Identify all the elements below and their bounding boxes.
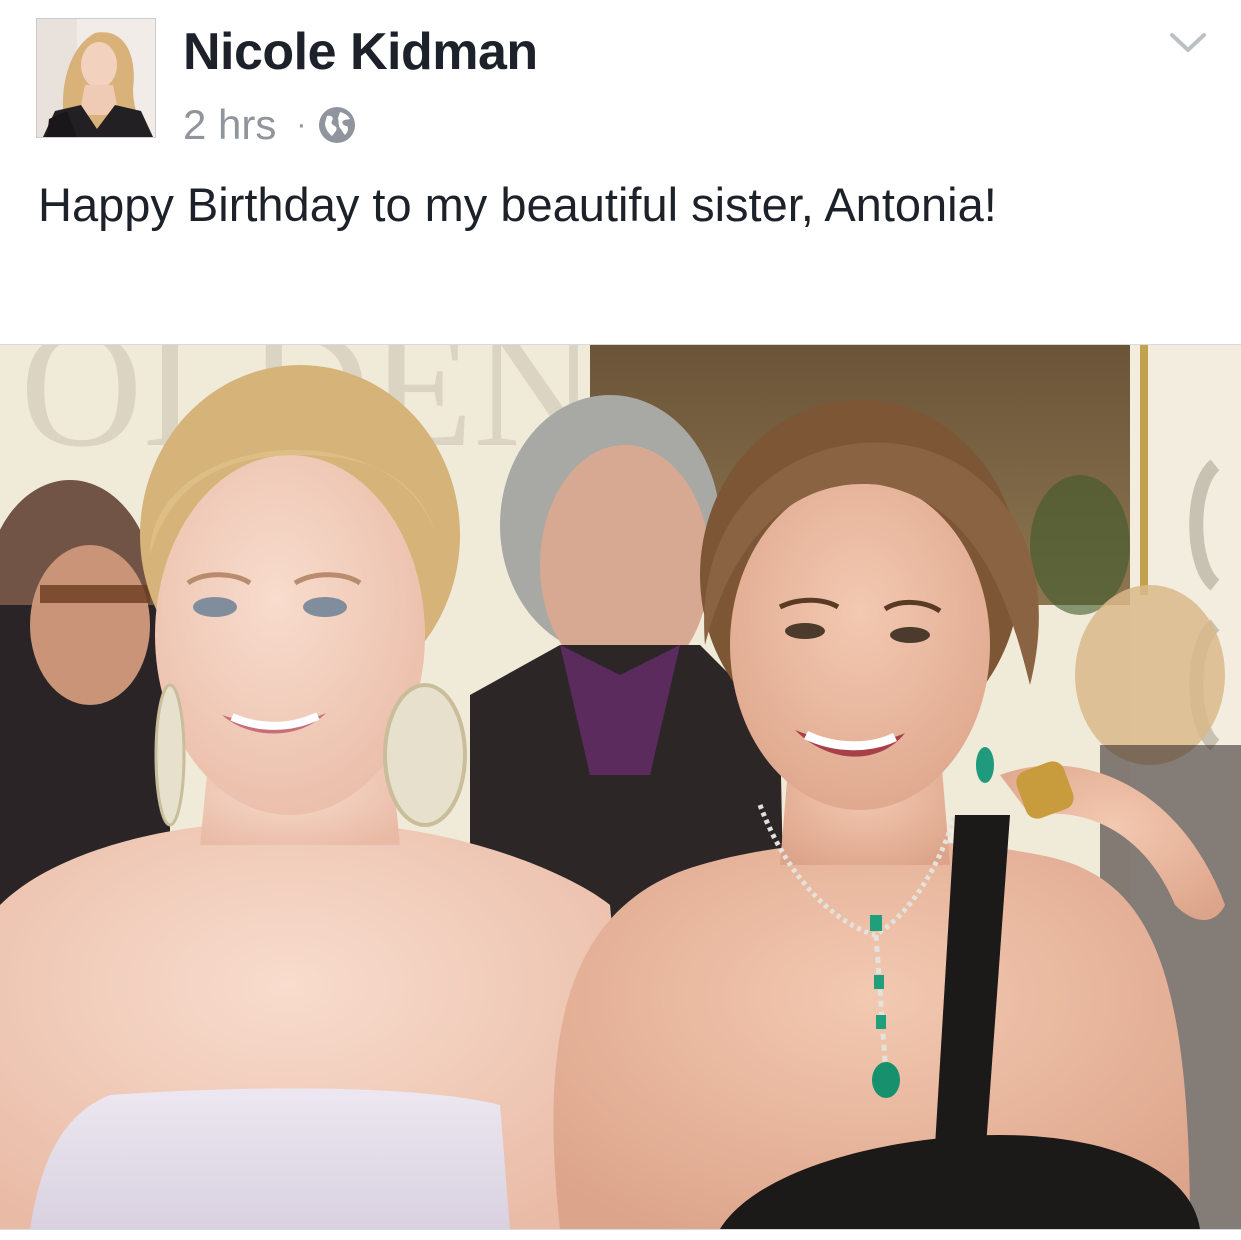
post-photo[interactable]: OLDEN (0, 344, 1241, 1230)
author-avatar[interactable] (36, 18, 156, 138)
avatar-image (37, 19, 155, 137)
post-meta: 2 hrs · (183, 100, 356, 150)
author-name[interactable]: Nicole Kidman (183, 22, 538, 82)
post-options-button[interactable] (1168, 28, 1208, 58)
post-message: Happy Birthday to my beautiful sister, A… (38, 178, 997, 231)
meta-separator: · (296, 108, 307, 141)
globe-icon[interactable] (318, 106, 356, 144)
photo-image: OLDEN (0, 345, 1241, 1229)
facebook-post: Nicole Kidman 2 hrs · Happy Birthday to … (0, 0, 1241, 1240)
chevron-down-icon (1170, 33, 1206, 52)
post-timestamp[interactable]: 2 hrs (183, 101, 276, 149)
